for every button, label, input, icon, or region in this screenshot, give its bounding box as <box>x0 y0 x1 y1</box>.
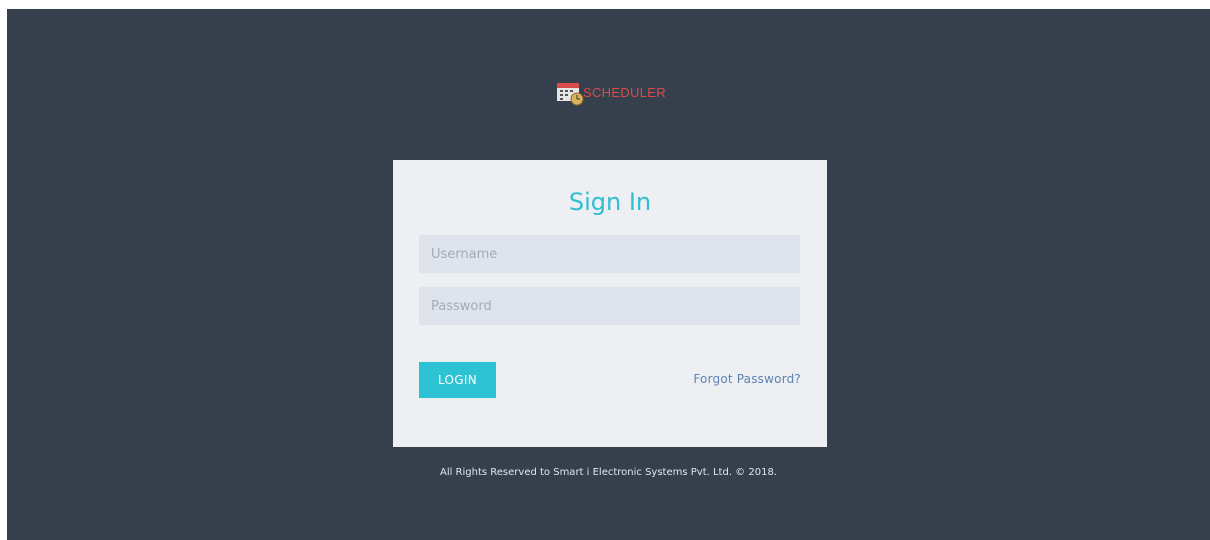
app-logo: SCHEDULER <box>555 80 666 106</box>
username-input[interactable] <box>419 235 800 273</box>
login-page: SCHEDULER Sign In LOGIN Forgot Password?… <box>7 9 1210 540</box>
password-input[interactable] <box>419 287 800 325</box>
forgot-password-link[interactable]: Forgot Password? <box>693 372 801 386</box>
calendar-clock-icon <box>555 80 585 106</box>
login-button[interactable]: LOGIN <box>419 362 496 398</box>
app-name: SCHEDULER <box>583 85 666 100</box>
copyright-footer: All Rights Reserved to Smart i Electroni… <box>439 467 777 478</box>
signin-title: Sign In <box>568 188 652 216</box>
signin-card: Sign In LOGIN Forgot Password? <box>393 160 827 447</box>
